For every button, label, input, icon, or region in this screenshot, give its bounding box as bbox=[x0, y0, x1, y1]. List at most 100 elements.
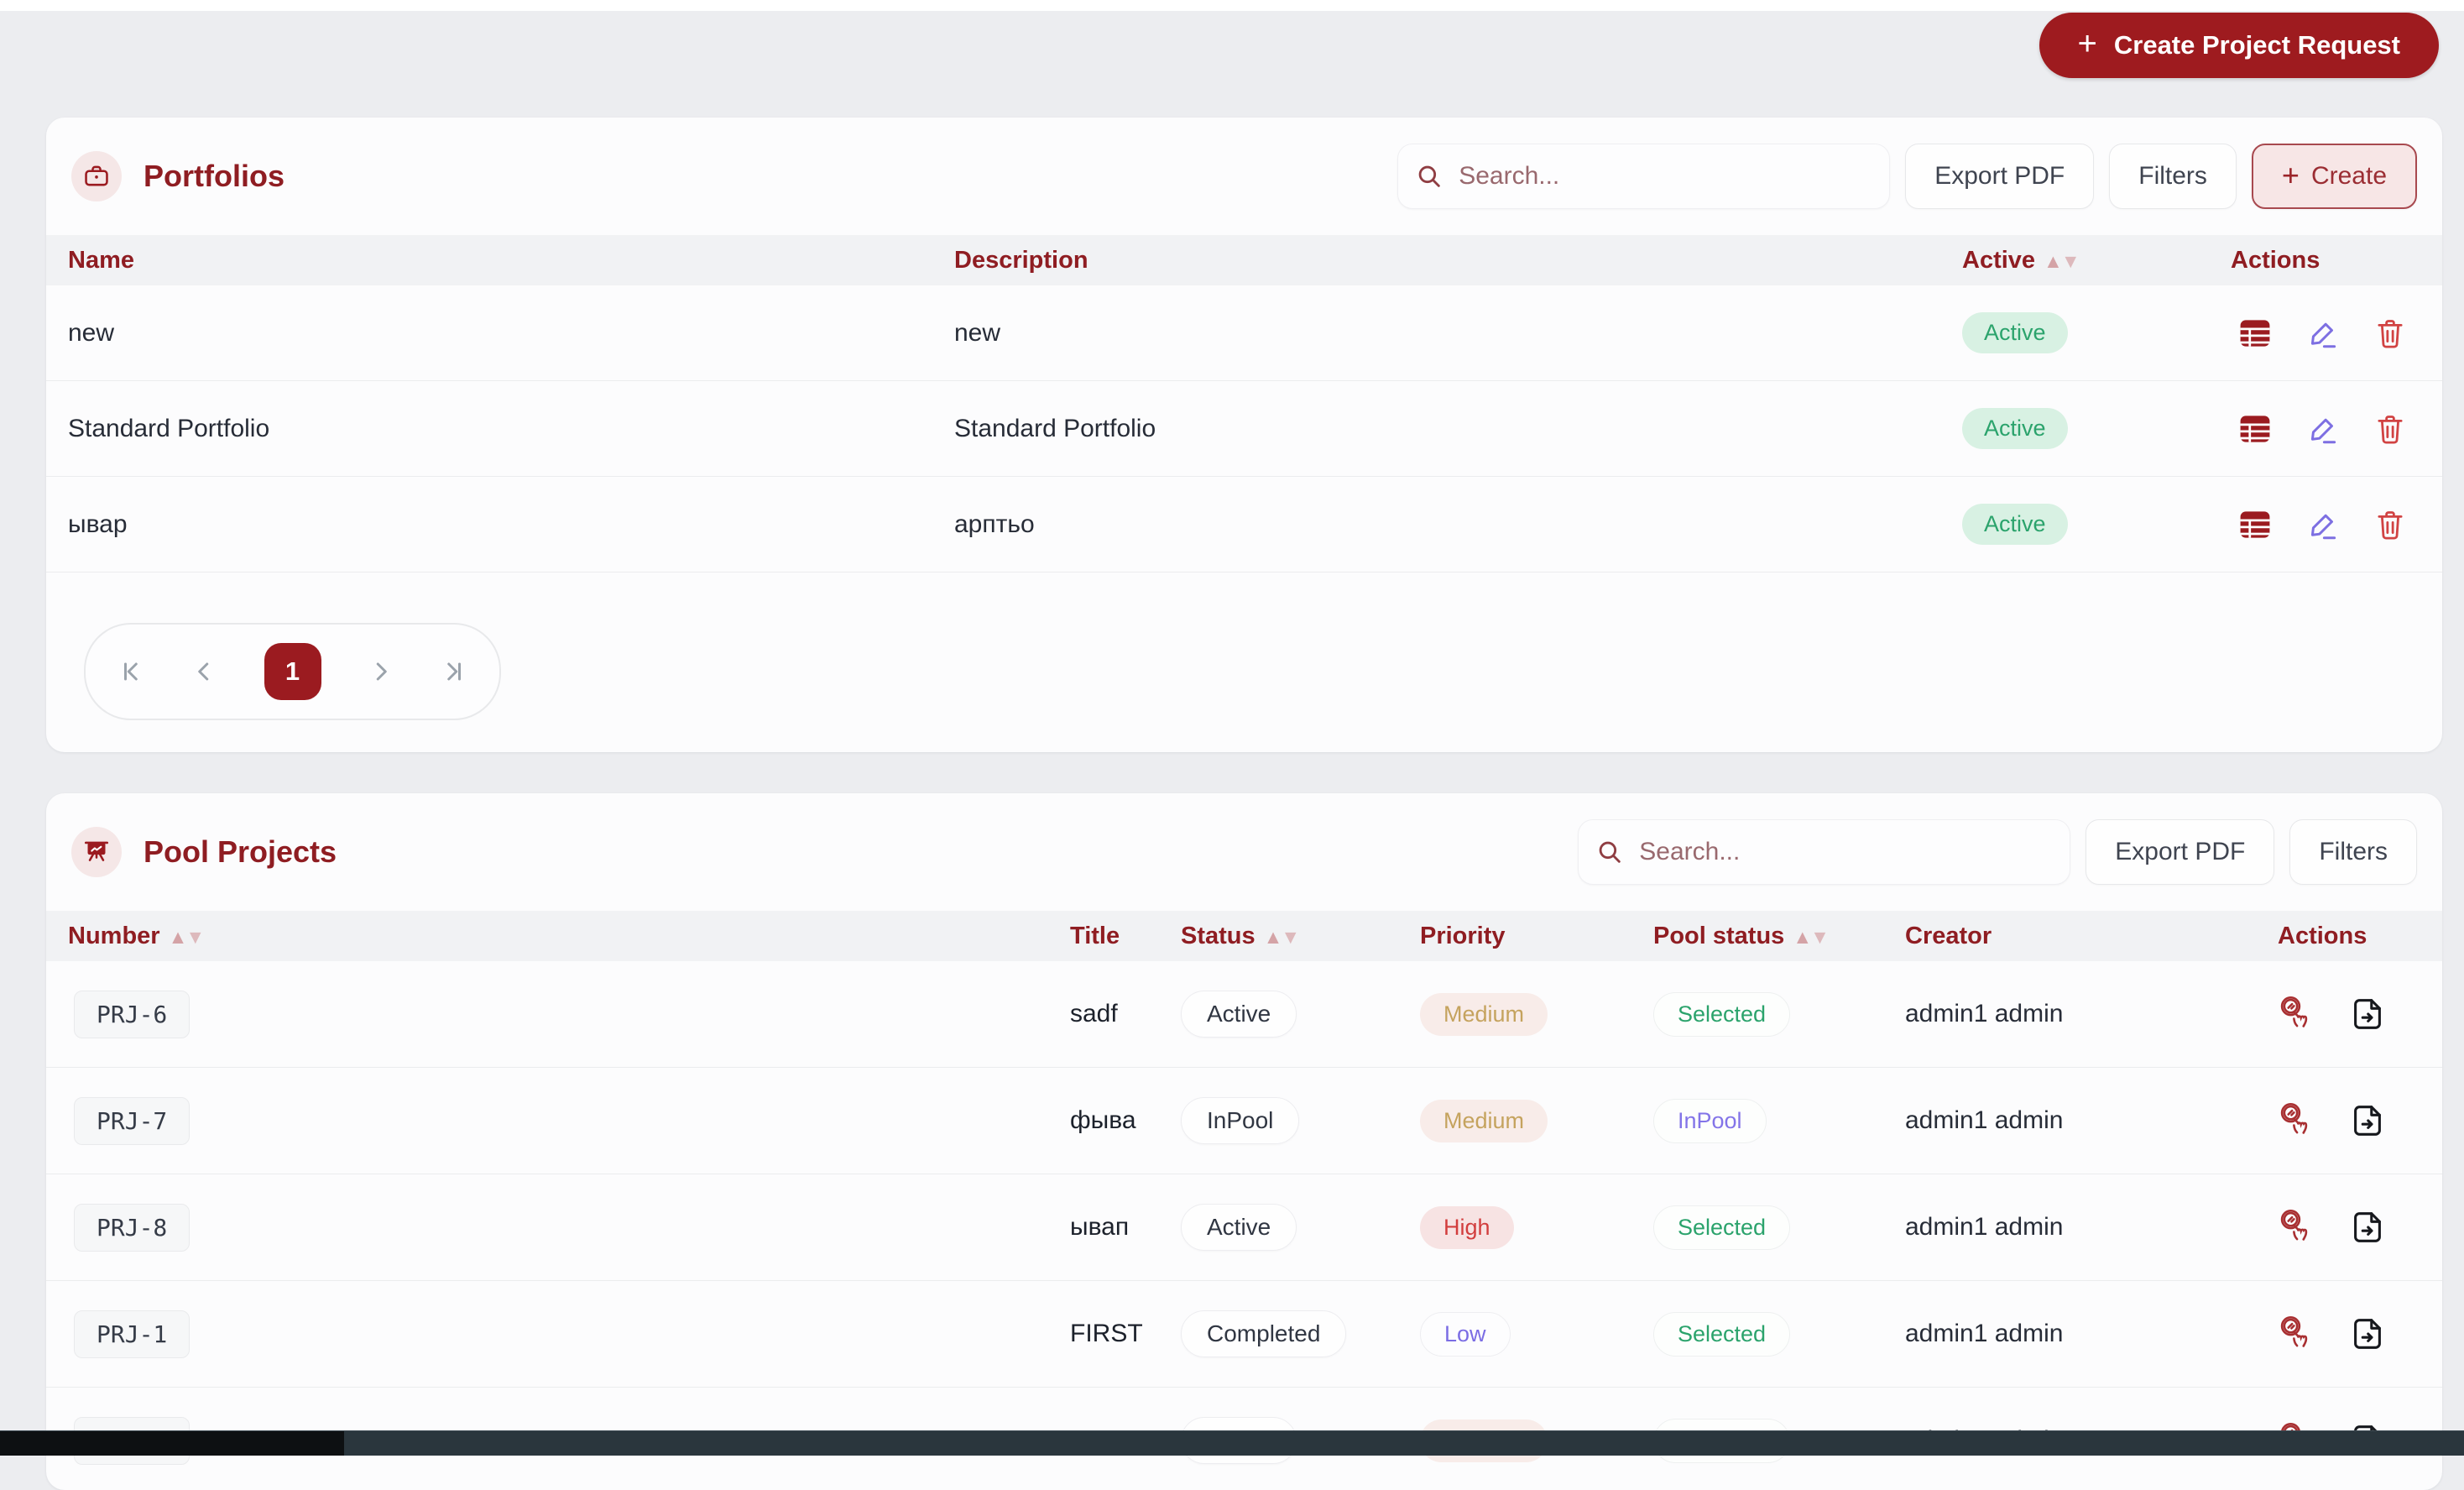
document-arrow-icon bbox=[2348, 1101, 2387, 1140]
magnifier-hand-icon bbox=[2274, 1312, 2318, 1356]
portfolio-description: арптьо bbox=[954, 510, 1962, 539]
presentation-chart-icon bbox=[71, 827, 122, 877]
column-header-description: Description bbox=[954, 247, 1962, 274]
sort-arrows-icon[interactable]: ▲▼ bbox=[2044, 250, 2079, 273]
edit-button[interactable] bbox=[2305, 411, 2341, 447]
open-document-button[interactable] bbox=[2348, 995, 2387, 1033]
open-document-button[interactable] bbox=[2348, 1208, 2387, 1247]
magnifier-hand-icon bbox=[2274, 1205, 2318, 1249]
column-header-pool-status[interactable]: Pool status▲▼ bbox=[1653, 923, 1905, 950]
pool-projects-search-input[interactable] bbox=[1637, 837, 2053, 867]
status-badge: Active bbox=[1962, 312, 2068, 353]
column-header-creator: Creator bbox=[1905, 923, 2207, 950]
project-title: ывап bbox=[1070, 1213, 1181, 1242]
column-header-active[interactable]: Active▲▼ bbox=[1962, 247, 2199, 274]
pool-projects-export-pdf-button[interactable]: Export PDF bbox=[2086, 819, 2274, 885]
edit-button[interactable] bbox=[2305, 316, 2341, 351]
column-header-actions: Actions bbox=[2199, 247, 2442, 274]
portfolios-search-input[interactable] bbox=[1457, 161, 1872, 191]
pool-projects-title: Pool Projects bbox=[144, 834, 337, 870]
status-badge: Active bbox=[1962, 408, 2068, 449]
pen-icon bbox=[2305, 411, 2341, 447]
next-page-button[interactable] bbox=[366, 656, 396, 687]
edit-button[interactable] bbox=[2305, 507, 2341, 542]
review-button[interactable] bbox=[2274, 992, 2318, 1036]
table-row[interactable]: new new Active bbox=[46, 285, 2442, 381]
sort-arrows-icon[interactable]: ▲▼ bbox=[169, 926, 204, 949]
project-number-badge: PRJ-7 bbox=[74, 1097, 190, 1145]
view-table-button[interactable] bbox=[2237, 410, 2273, 447]
pool-status-badge: Selected bbox=[1653, 1312, 1790, 1357]
document-arrow-icon bbox=[2348, 1315, 2387, 1353]
project-title: фыва bbox=[1070, 1106, 1181, 1135]
table-row[interactable]: PRJ-8 ывап Active High Selected admin1 a… bbox=[46, 1174, 2442, 1281]
delete-button[interactable] bbox=[2373, 411, 2408, 447]
open-document-button[interactable] bbox=[2348, 1101, 2387, 1140]
sort-arrows-icon[interactable]: ▲▼ bbox=[1793, 926, 1828, 949]
next-page-icon bbox=[366, 656, 396, 687]
last-page-button[interactable] bbox=[441, 656, 471, 687]
status-badge: Active bbox=[1962, 504, 2068, 545]
pen-icon bbox=[2305, 507, 2341, 542]
portfolios-card: Portfolios Export PDF Filters + Create N… bbox=[46, 118, 2442, 752]
delete-button[interactable] bbox=[2373, 507, 2408, 542]
column-header-title: Title bbox=[1070, 923, 1181, 950]
create-project-request-button[interactable]: + Create Project Request bbox=[2039, 13, 2439, 78]
open-document-button[interactable] bbox=[2348, 1315, 2387, 1353]
status-badge: Completed bbox=[1181, 1310, 1346, 1357]
export-pdf-label: Export PDF bbox=[2115, 838, 2245, 866]
review-button[interactable] bbox=[2274, 1099, 2318, 1142]
status-badge: Active bbox=[1181, 1204, 1297, 1251]
portfolio-name: new bbox=[46, 319, 954, 348]
current-page-button[interactable]: 1 bbox=[264, 643, 321, 700]
pool-status-badge: Selected bbox=[1653, 992, 1790, 1037]
pool-projects-filters-button[interactable]: Filters bbox=[2289, 819, 2417, 885]
column-header-number[interactable]: Number▲▼ bbox=[46, 923, 1070, 950]
trash-icon bbox=[2373, 411, 2408, 447]
portfolio-description: Standard Portfolio bbox=[954, 415, 1962, 443]
pool-projects-table-header: Number▲▼ Title Status▲▼ Priority Pool st… bbox=[46, 911, 2442, 961]
search-icon bbox=[1595, 838, 1624, 866]
bottom-bar bbox=[0, 1430, 2464, 1456]
project-number-badge: PRJ-1 bbox=[74, 1310, 190, 1358]
view-table-button[interactable] bbox=[2237, 315, 2273, 352]
portfolio-description: new bbox=[954, 319, 1962, 348]
priority-badge: Medium bbox=[1420, 1100, 1548, 1142]
delete-button[interactable] bbox=[2373, 316, 2408, 351]
pagination: 1 bbox=[84, 623, 501, 720]
table-row[interactable]: PRJ-7 фыва InPool Medium InPool admin1 a… bbox=[46, 1068, 2442, 1174]
portfolios-filters-button[interactable]: Filters bbox=[2109, 144, 2237, 209]
table-row[interactable]: PRJ-6 sadf Active Medium Selected admin1… bbox=[46, 961, 2442, 1068]
sort-arrows-icon[interactable]: ▲▼ bbox=[1264, 926, 1299, 949]
portfolio-name: ывар bbox=[46, 510, 954, 539]
portfolios-title: Portfolios bbox=[144, 159, 285, 194]
table-grid-icon bbox=[2237, 315, 2273, 352]
create-label: Create bbox=[2311, 162, 2387, 191]
export-pdf-label: Export PDF bbox=[1934, 162, 2065, 191]
table-row[interactable]: PRJ-1 FIRST Completed Low Selected admin… bbox=[46, 1281, 2442, 1388]
creator: admin1 admin bbox=[1905, 1000, 2207, 1028]
table-row[interactable]: Standard Portfolio Standard Portfolio Ac… bbox=[46, 381, 2442, 477]
pool-projects-card-header: Pool Projects Export PDF Filters bbox=[46, 793, 2442, 911]
portfolios-export-pdf-button[interactable]: Export PDF bbox=[1905, 144, 2094, 209]
magnifier-hand-icon bbox=[2274, 992, 2318, 1036]
create-project-request-label: Create Project Request bbox=[2114, 30, 2400, 60]
prev-page-button[interactable] bbox=[189, 656, 219, 687]
column-header-status[interactable]: Status▲▼ bbox=[1181, 923, 1420, 950]
portfolios-create-button[interactable]: + Create bbox=[2252, 144, 2417, 209]
portfolios-table-header: Name Description Active▲▼ Actions bbox=[46, 235, 2442, 285]
table-grid-icon bbox=[2237, 410, 2273, 447]
review-button[interactable] bbox=[2274, 1205, 2318, 1249]
column-header-name: Name bbox=[46, 247, 954, 274]
plus-icon: + bbox=[2282, 160, 2300, 191]
document-arrow-icon bbox=[2348, 995, 2387, 1033]
document-arrow-icon bbox=[2348, 1208, 2387, 1247]
view-table-button[interactable] bbox=[2237, 506, 2273, 543]
pool-status-badge: Selected bbox=[1653, 1205, 1790, 1250]
status-badge: InPool bbox=[1181, 1097, 1299, 1144]
first-page-button[interactable] bbox=[114, 656, 144, 687]
filters-label: Filters bbox=[2319, 838, 2388, 866]
table-row[interactable]: ывар арптьо Active bbox=[46, 477, 2442, 572]
review-button[interactable] bbox=[2274, 1312, 2318, 1356]
creator: admin1 admin bbox=[1905, 1106, 2207, 1135]
